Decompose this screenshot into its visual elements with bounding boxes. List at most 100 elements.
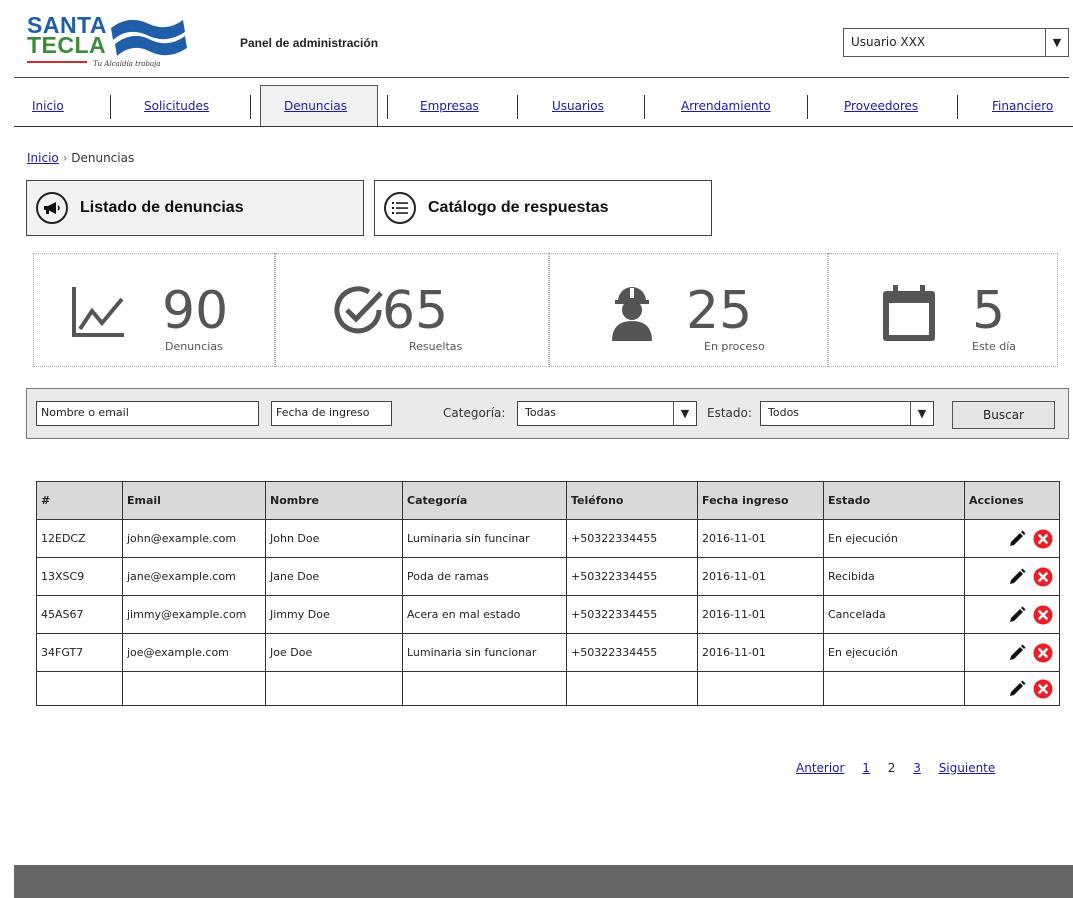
cell-nombre: Joe Doe — [265, 633, 403, 672]
tab-catalogo-label: Catálogo de respuestas — [428, 199, 609, 216]
table-row: 13XSC9 jane@example.com Jane Doe Poda de ra… — [36, 557, 1060, 596]
category-select-value: Todas — [525, 406, 557, 419]
cell-categoria — [402, 671, 567, 706]
megaphone-icon — [36, 192, 68, 224]
cell-telefono: +50322334455 — [566, 633, 698, 672]
nav-item-financiero[interactable]: Financiero — [992, 85, 1053, 127]
delete-x-icon[interactable] — [1033, 643, 1053, 663]
cell-categoria: Poda de ramas — [402, 557, 567, 596]
nav-item-denuncias[interactable]: Denuncias — [284, 85, 347, 127]
dropdown-arrow-icon[interactable]: ▼ — [1045, 29, 1068, 56]
worker-icon — [612, 287, 652, 341]
pager-page-3[interactable]: 3 — [913, 761, 921, 775]
cell-estado: En ejecución — [823, 519, 965, 558]
nav-item-solicitudes[interactable]: Solicitudes — [144, 85, 209, 127]
stat-caption: Denuncias — [165, 340, 223, 353]
filter-bar: Nombre o email Fecha de ingreso Categorí… — [26, 388, 1069, 439]
stat-resueltas: 65 Resueltas — [275, 253, 549, 367]
category-select[interactable]: Todas ▼ — [517, 401, 697, 426]
nav-item-empresas[interactable]: Empresas — [420, 85, 479, 127]
nav-item-usuarios[interactable]: Usuarios — [552, 85, 604, 127]
user-select[interactable]: Usuario XXX ▼ — [843, 28, 1069, 57]
tab-catalogo-respuestas[interactable]: Catálogo de respuestas — [374, 180, 712, 236]
cell-email: john@example.com — [122, 519, 266, 558]
cell-telefono: +50322334455 — [566, 557, 698, 596]
table-row: 12EDCZ john@example.com John Doe Luminaria … — [36, 519, 1060, 558]
delete-x-icon[interactable] — [1033, 679, 1053, 699]
cell-acciones — [964, 633, 1060, 672]
cell-estado: Recibida — [823, 557, 965, 596]
cell-email — [122, 671, 266, 706]
cell-estado: En ejecución — [823, 633, 965, 672]
cell-fecha: 2016-11-01 — [697, 557, 824, 596]
edit-pencil-icon[interactable] — [1007, 605, 1027, 625]
table-row: 45AS67 jimmy@example.com Jimmy Doe Acera en… — [36, 595, 1060, 634]
breadcrumb-current: Denuncias — [71, 151, 135, 165]
line-chart-icon — [72, 287, 124, 337]
cell-categoria: Acera en mal estado — [402, 595, 567, 634]
pager-page-1[interactable]: 1 — [862, 761, 870, 775]
stat-en-proceso: 25 En proceso — [549, 253, 828, 367]
cell-fecha: 2016-11-01 — [697, 633, 824, 672]
dropdown-arrow-icon[interactable]: ▼ — [910, 402, 933, 425]
state-select-value: Todos — [768, 406, 800, 419]
cell-telefono: +50322334455 — [566, 519, 698, 558]
calendar-icon — [883, 285, 935, 341]
pager-prev[interactable]: Anterior — [796, 761, 844, 775]
cell-id: 13XSC9 — [36, 557, 123, 596]
state-select[interactable]: Todos ▼ — [760, 401, 934, 426]
santa-tecla-logo[interactable]: SANTA TECLA Tu Alcaldía trabaja — [27, 10, 197, 72]
search-button[interactable]: Buscar — [952, 401, 1055, 429]
list-icon — [384, 192, 416, 224]
edit-pencil-icon[interactable] — [1007, 567, 1027, 587]
panel-title: Panel de administración — [240, 36, 379, 50]
cell-email: joe@example.com — [122, 633, 266, 672]
check-circle-icon — [334, 286, 383, 334]
breadcrumb-home-link[interactable]: Inicio — [27, 151, 59, 165]
stat-value: 65 — [382, 281, 449, 341]
cell-nombre: John Doe — [265, 519, 403, 558]
edit-pencil-icon[interactable] — [1007, 643, 1027, 663]
cell-telefono — [566, 671, 698, 706]
nav-item-proveedores[interactable]: Proveedores — [844, 85, 918, 127]
user-select-value: Usuario XXX — [851, 35, 926, 49]
stat-value: 5 — [972, 281, 1006, 341]
cell-acciones — [964, 671, 1060, 706]
footer-bar — [14, 865, 1073, 898]
tab-listado-denuncias[interactable]: Listado de denuncias — [26, 180, 364, 236]
stat-value: 90 — [162, 281, 229, 341]
cell-acciones — [964, 595, 1060, 634]
tab-listado-label: Listado de denuncias — [80, 199, 244, 216]
pager-next[interactable]: Siguiente — [939, 761, 996, 775]
delete-x-icon[interactable] — [1033, 605, 1053, 625]
delete-x-icon[interactable] — [1033, 567, 1053, 587]
edit-pencil-icon[interactable] — [1007, 529, 1027, 549]
cell-id: 45AS67 — [36, 595, 123, 634]
header-divider — [14, 77, 1069, 78]
stat-caption: Este día — [972, 340, 1017, 353]
table-header-row: # Email Nombre Categoría Teléfono Fecha … — [36, 481, 1060, 520]
table-row: 34FGT7 joe@example.com Joe Doe Luminaria si… — [36, 633, 1060, 672]
nav-item-inicio[interactable]: Inicio — [32, 85, 64, 127]
cell-id — [36, 671, 123, 706]
col-header-id: # — [36, 481, 123, 520]
date-input[interactable]: Fecha de ingreso — [271, 401, 392, 426]
main-nav: Inicio Solicitudes Denuncias Empresas Us… — [14, 85, 1073, 127]
cell-fecha: 2016-11-01 — [697, 595, 824, 634]
dropdown-arrow-icon[interactable]: ▼ — [673, 402, 696, 425]
edit-pencil-icon[interactable] — [1007, 679, 1027, 699]
col-header-categoria: Categoría — [402, 481, 567, 520]
cell-id: 34FGT7 — [36, 633, 123, 672]
nav-item-arrendamiento[interactable]: Arrendamiento — [681, 85, 771, 127]
delete-x-icon[interactable] — [1033, 529, 1053, 549]
cell-acciones — [964, 519, 1060, 558]
cell-id: 12EDCZ — [36, 519, 123, 558]
denuncias-table: # Email Nombre Categoría Teléfono Fecha … — [36, 481, 1060, 706]
cell-categoria: Luminaria sin funcinar — [402, 519, 567, 558]
state-label: Estado: — [707, 406, 752, 420]
cell-nombre: Jimmy Doe — [265, 595, 403, 634]
col-header-nombre: Nombre — [265, 481, 403, 520]
breadcrumb-separator: › — [62, 151, 68, 165]
name-email-input[interactable]: Nombre o email — [36, 401, 259, 426]
stat-value: 25 — [686, 281, 753, 341]
